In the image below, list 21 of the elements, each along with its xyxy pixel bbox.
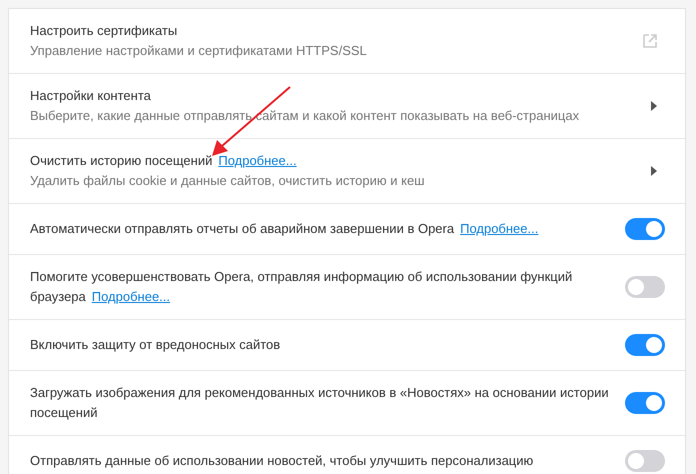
setting-label: Очистить историю посещений Подробнее... — [30, 153, 297, 168]
setting-label: Настроить сертификаты — [30, 23, 178, 38]
setting-description: Выберите, какие данные отправлять сайтам и какой контент показывать на веб-страницах — [30, 107, 580, 125]
setting-label: Настройки контента — [30, 88, 151, 103]
setting-description: Удалить файлы cookie и данные сайтов, очистить историю и кеш — [30, 172, 426, 190]
toggle-switch[interactable] — [625, 392, 665, 414]
caret-icon[interactable] — [651, 101, 657, 111]
setting-label: Отправлять данные об использовании новостей, чтобы улучшить персонализацию — [30, 453, 534, 468]
setting-label: Помогите усовершенствовать Opera, отправляя информацию об использовании функций браузера Подробнее... — [30, 269, 572, 304]
caret-icon[interactable] — [651, 166, 657, 176]
setting-label: Автоматически отправлять отчеты об аварийном завершении в Opera Подробнее... — [30, 221, 538, 236]
setting-description: Управление настройками и сертификатами HTTPS/SSL — [30, 42, 368, 60]
more-link[interactable]: Подробнее... — [218, 153, 297, 168]
toggle-switch[interactable] — [625, 334, 665, 356]
setting-label: Включить защиту от вредоносных сайтов — [30, 337, 280, 352]
setting-label: Загружать изображения для рекомендованных источников в «Новостях» на основании истории посещений — [30, 385, 609, 420]
more-link[interactable]: Подробнее... — [92, 289, 170, 304]
toggle-switch[interactable] — [625, 276, 665, 298]
toggle-switch[interactable] — [625, 450, 665, 472]
toggle-switch[interactable] — [625, 218, 665, 240]
more-link[interactable]: Подробнее... — [460, 221, 538, 236]
